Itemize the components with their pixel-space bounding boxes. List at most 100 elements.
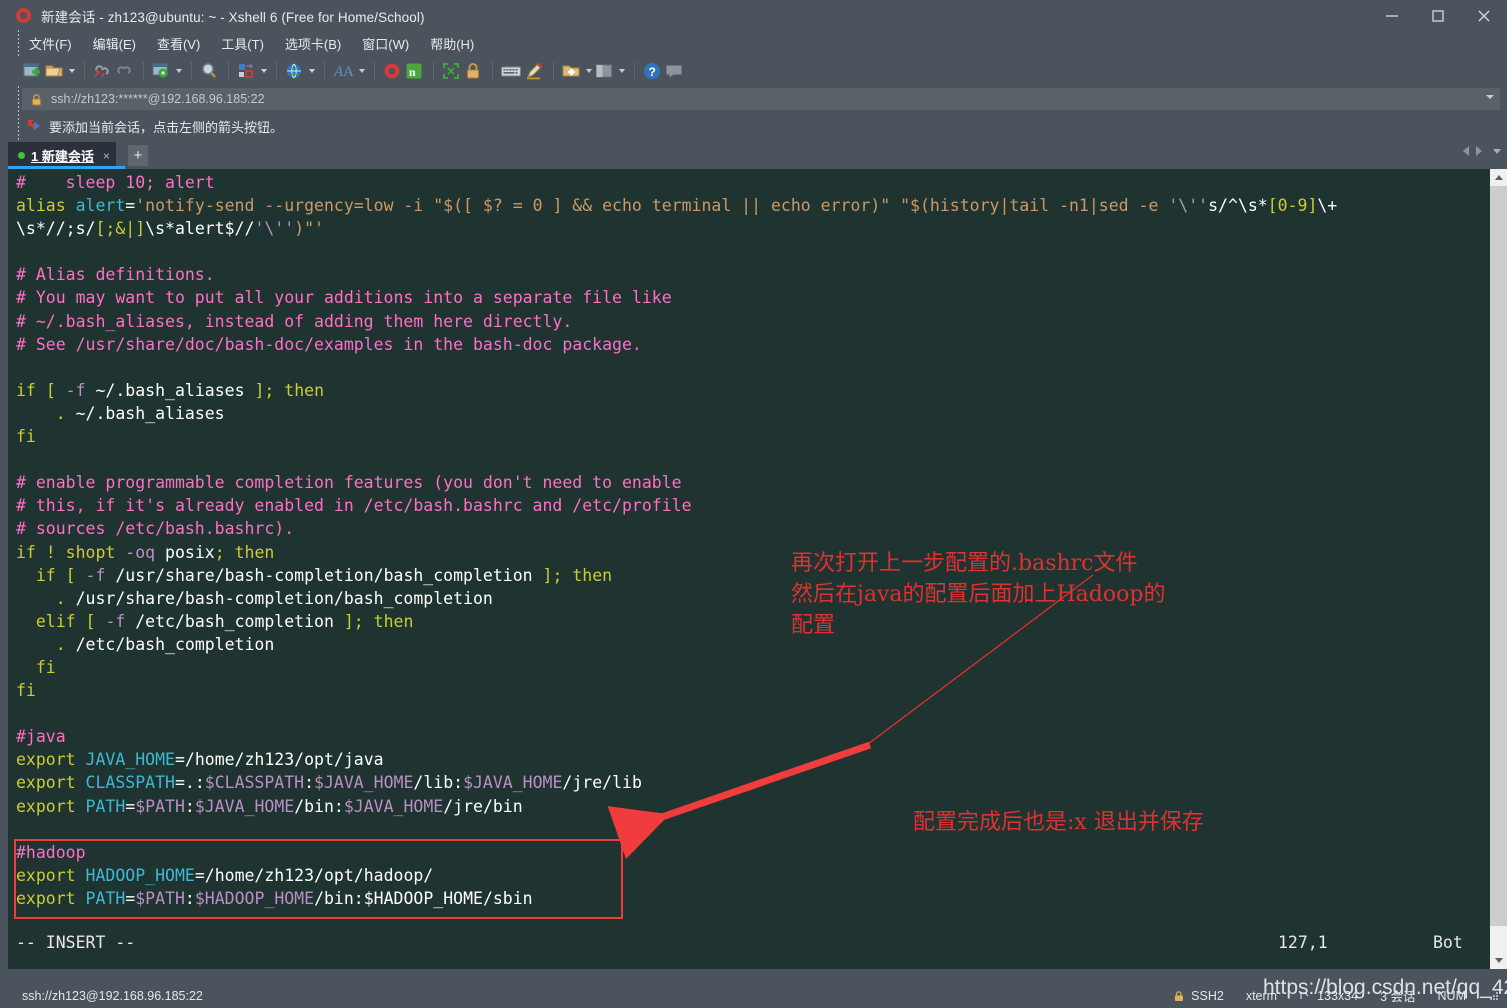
layout-icon[interactable] bbox=[236, 59, 256, 83]
new-tab-button[interactable]: + bbox=[128, 145, 148, 166]
address-value: ssh://zh123:******@192.168.96.185:22 bbox=[51, 92, 265, 106]
terminal-segment: if bbox=[16, 380, 46, 400]
terminal-line: # Alias definitions. bbox=[16, 263, 1496, 286]
terminal-segment: elif bbox=[16, 611, 86, 631]
scrollbar-thumb[interactable] bbox=[1490, 186, 1507, 926]
terminal-segment: : bbox=[304, 773, 315, 793]
find-icon[interactable] bbox=[199, 59, 219, 83]
terminal-line: # sources /etc/bash.bashrc). bbox=[16, 517, 1496, 540]
tab-list-dropdown-icon[interactable] bbox=[1493, 148, 1501, 154]
xshell-spiral-icon[interactable] bbox=[382, 59, 402, 83]
toolbar-separator bbox=[84, 62, 85, 80]
open-folder-dropdown-icon[interactable] bbox=[66, 60, 77, 82]
terminal-segment: \+ bbox=[1317, 196, 1338, 216]
terminal-segment: JAVA_HOME bbox=[85, 750, 175, 770]
highlight-pen-icon[interactable] bbox=[524, 59, 544, 83]
menu-tools[interactable]: 工具(T) bbox=[218, 32, 267, 55]
session-properties-icon[interactable] bbox=[151, 59, 171, 83]
keyboard-icon[interactable] bbox=[500, 59, 522, 83]
terminal-segment: =.: bbox=[174, 773, 205, 793]
minimize-button[interactable] bbox=[1369, 0, 1415, 31]
split-view-dropdown-icon[interactable] bbox=[616, 60, 627, 82]
open-folder-icon[interactable] bbox=[44, 59, 64, 83]
address-dropdown-icon[interactable] bbox=[1486, 95, 1494, 99]
tab-prev-icon[interactable] bbox=[1463, 146, 1469, 156]
terminal-segment: /etc/bash_completion bbox=[75, 634, 275, 654]
disconnect-icon[interactable] bbox=[92, 59, 112, 83]
fullscreen-icon[interactable] bbox=[441, 59, 461, 83]
terminal-segment: # You may want to put all your additions… bbox=[16, 288, 672, 308]
terminal-segment: $CLASSPATH bbox=[204, 773, 305, 793]
lock-icon[interactable] bbox=[463, 59, 483, 83]
add-session-hint: 要添加当前会话，点击左侧的箭头按钮。 bbox=[22, 114, 1500, 138]
layout-dropdown-icon[interactable] bbox=[258, 60, 269, 82]
menu-window[interactable]: 窗口(W) bbox=[359, 32, 412, 55]
terminal-line: # You may want to put all your additions… bbox=[16, 286, 1496, 309]
tab-next-icon[interactable] bbox=[1476, 146, 1482, 156]
terminal-segment: '\'' bbox=[1168, 196, 1209, 216]
tab-nav bbox=[1463, 146, 1501, 156]
globe-dropdown-icon[interactable] bbox=[306, 60, 317, 82]
font-icon[interactable]: AA bbox=[332, 59, 354, 83]
terminal-segment: # Alias definitions. bbox=[16, 265, 215, 285]
menu-file[interactable]: 文件(F) bbox=[26, 32, 75, 55]
tab-label: 1 新建会话 bbox=[31, 149, 94, 164]
help-icon[interactable]: ? bbox=[642, 59, 662, 83]
terminal-line: # sleep 10; alert bbox=[16, 171, 1496, 194]
terminal-segment: . bbox=[16, 403, 76, 423]
menu-help[interactable]: 帮助(H) bbox=[427, 32, 477, 55]
vim-cursor-position: 127,1 bbox=[1278, 933, 1328, 952]
add-note-icon[interactable] bbox=[561, 59, 581, 83]
svg-text:A: A bbox=[343, 64, 354, 80]
globe-icon[interactable] bbox=[284, 59, 304, 83]
scroll-down-icon[interactable] bbox=[1490, 952, 1507, 969]
font-dropdown-icon[interactable] bbox=[356, 60, 367, 82]
status-protocol-label: SSH2 bbox=[1191, 988, 1224, 1003]
terminal-segment: then bbox=[284, 380, 325, 400]
feedback-icon[interactable] bbox=[664, 59, 684, 83]
app-icon bbox=[16, 7, 32, 24]
annotation-arrow bbox=[607, 574, 1094, 859]
terminal-segment: $PATH bbox=[135, 796, 185, 816]
maximize-button[interactable] bbox=[1415, 0, 1461, 31]
terminal-segment: )"' bbox=[294, 219, 324, 239]
terminal-segment: . bbox=[16, 588, 76, 608]
xftp-icon[interactable]: n bbox=[404, 59, 424, 83]
toolbar-separator bbox=[492, 62, 493, 80]
toolbar-separator bbox=[634, 62, 635, 80]
menu-tabs[interactable]: 选项卡(B) bbox=[282, 32, 344, 55]
terminal-segment: . bbox=[16, 634, 76, 654]
vim-mode-line: -- INSERT -- bbox=[16, 933, 136, 952]
terminal-segment: alert bbox=[75, 196, 126, 216]
tab-close-icon[interactable]: × bbox=[103, 149, 110, 163]
new-session-icon[interactable] bbox=[22, 59, 42, 83]
lock-icon bbox=[30, 93, 43, 106]
menu-edit[interactable]: 编辑(E) bbox=[90, 32, 139, 55]
toolbar-separator bbox=[324, 62, 325, 80]
terminal-line: # ~/.bash_aliases, instead of adding the… bbox=[16, 310, 1496, 333]
session-properties-dropdown-icon[interactable] bbox=[173, 60, 184, 82]
split-view-icon[interactable] bbox=[594, 59, 614, 83]
terminal-scrollbar[interactable] bbox=[1490, 169, 1507, 969]
toolbar-separator bbox=[191, 62, 192, 80]
close-button[interactable] bbox=[1461, 0, 1507, 31]
tab-bar: 1 新建会话 × + bbox=[0, 142, 1507, 169]
terminal-segment: -oq bbox=[125, 542, 166, 562]
address-bar[interactable]: ssh://zh123:******@192.168.96.185:22 bbox=[22, 88, 1500, 110]
terminal-screen[interactable]: # sleep 10; alert alias alert='notify-sen… bbox=[8, 169, 1499, 969]
status-protocol: SSH2 bbox=[1173, 989, 1224, 1003]
terminal-segment: ~/.bash_aliases bbox=[95, 380, 245, 400]
terminal-segment: $JAVA_HOME bbox=[463, 773, 563, 793]
toolbar-separator bbox=[433, 62, 434, 80]
lock-icon bbox=[1175, 990, 1184, 1001]
terminal-segment: if bbox=[16, 565, 66, 585]
terminal-segment: CLASSPATH bbox=[85, 773, 175, 793]
link-icon[interactable] bbox=[114, 59, 134, 83]
menu-view[interactable]: 查看(V) bbox=[154, 32, 203, 55]
scroll-up-icon[interactable] bbox=[1490, 169, 1507, 186]
tab-status-indicator bbox=[18, 152, 25, 159]
add-note-dropdown-icon[interactable] bbox=[583, 60, 594, 82]
tab-session-1[interactable]: 1 新建会话 × bbox=[8, 142, 116, 169]
hint-text: 要添加当前会话，点击左侧的箭头按钮。 bbox=[49, 119, 284, 135]
